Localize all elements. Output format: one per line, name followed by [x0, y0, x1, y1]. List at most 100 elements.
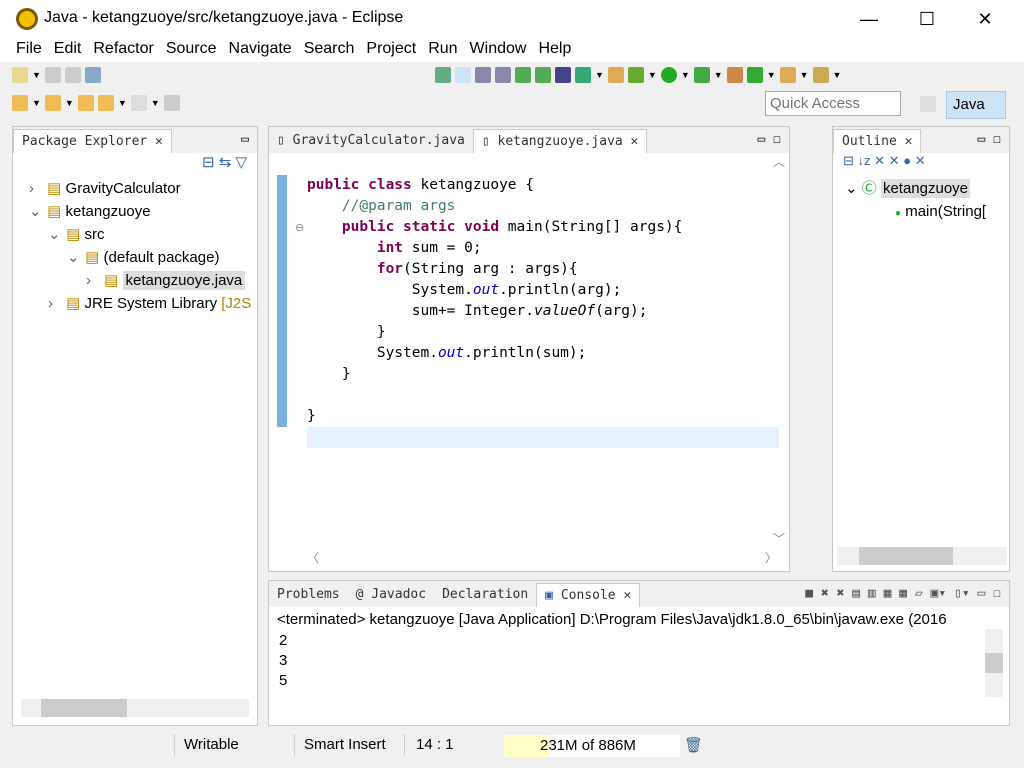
- expand-icon[interactable]: ⌄: [845, 180, 858, 197]
- dropdown-icon[interactable]: ▼: [32, 98, 41, 108]
- dropdown-icon[interactable]: ▼: [714, 70, 723, 80]
- maximize-button[interactable]: ☐: [898, 0, 956, 38]
- view-menu-icon[interactable]: ▽: [235, 154, 247, 171]
- show-on-stdout-icon[interactable]: ▦: [884, 586, 892, 601]
- horizontal-scrollbar[interactable]: [837, 547, 1007, 565]
- dropdown-icon[interactable]: ▼: [32, 70, 41, 80]
- tree-item[interactable]: ⌄ ▤ ketangzuoye: [13, 200, 257, 223]
- vertical-scrollbar[interactable]: [985, 629, 1003, 697]
- new-class-icon[interactable]: [607, 67, 624, 83]
- save-all-icon[interactable]: [64, 67, 81, 83]
- collapse-all-icon[interactable]: ⊟: [202, 154, 215, 171]
- lint-icon[interactable]: [555, 67, 571, 83]
- scroll-lock-icon[interactable]: ▥: [868, 586, 876, 601]
- heap-status[interactable]: 231M of 886M: [504, 735, 680, 757]
- minimize-button[interactable]: —: [840, 0, 898, 38]
- tab-javadoc[interactable]: @ Javadoc: [348, 583, 434, 607]
- android-avd-icon[interactable]: [535, 67, 551, 83]
- sort-icon[interactable]: ↓z: [858, 153, 871, 168]
- android-sdk-icon[interactable]: [515, 67, 531, 83]
- show-on-stderr-icon[interactable]: ▦: [899, 586, 907, 601]
- dropdown-icon[interactable]: ▼: [151, 98, 160, 108]
- menu-refactor[interactable]: Refactor: [87, 38, 159, 62]
- tree-item[interactable]: ⌄ ▤ (default package): [13, 246, 257, 269]
- menu-navigate[interactable]: Navigate: [223, 38, 298, 62]
- expand-icon[interactable]: ›: [48, 292, 62, 315]
- dropdown-icon[interactable]: ▼: [800, 70, 809, 80]
- dropdown-icon[interactable]: ▼: [118, 98, 127, 108]
- tree-item[interactable]: › ▤ GravityCalculator: [13, 177, 257, 200]
- fold-icon[interactable]: ⊖: [295, 221, 304, 234]
- menu-source[interactable]: Source: [160, 38, 223, 62]
- back-icon[interactable]: [97, 95, 114, 111]
- open-console-icon[interactable]: ▯▾: [954, 586, 970, 601]
- debug-run-icon[interactable]: [627, 67, 644, 83]
- dropdown-icon[interactable]: ▼: [767, 70, 776, 80]
- dropdown-icon[interactable]: ▼: [65, 98, 74, 108]
- menu-help[interactable]: Help: [532, 38, 577, 62]
- print-icon[interactable]: [84, 67, 101, 83]
- tab-gravitycalculator-java[interactable]: ▯ GravityCalculator.java: [269, 129, 473, 153]
- hide-nonpublic-icon[interactable]: ●: [903, 153, 911, 168]
- dropdown-icon[interactable]: ▼: [681, 70, 690, 80]
- clear-console-icon[interactable]: ▤: [852, 586, 860, 601]
- previous-annotation-icon[interactable]: [44, 95, 61, 111]
- minimize-view-icon[interactable]: ▭: [233, 126, 257, 153]
- horizontal-scrollbar[interactable]: 〈〉: [307, 549, 777, 567]
- tree-item[interactable]: › ▤ JRE System Library [J2S: [13, 292, 257, 315]
- menu-edit[interactable]: Edit: [48, 38, 88, 62]
- open-perspective-icon[interactable]: [920, 96, 936, 112]
- block-select-icon[interactable]: [475, 67, 491, 83]
- dropdown-icon[interactable]: ▼: [648, 70, 657, 80]
- open-type-icon[interactable]: [779, 67, 796, 83]
- remove-all-icon[interactable]: ✖: [837, 586, 845, 601]
- menu-file[interactable]: File: [10, 38, 48, 62]
- forward-icon[interactable]: [130, 95, 147, 111]
- hide-local-types-icon[interactable]: ✕: [915, 153, 926, 168]
- vertical-scrollbar[interactable]: ︿ ﹀: [769, 153, 789, 553]
- display-console-icon[interactable]: ▣▾: [931, 586, 947, 601]
- next-annotation-icon[interactable]: [12, 95, 28, 111]
- menu-project[interactable]: Project: [360, 38, 422, 62]
- search-tool-icon[interactable]: [812, 67, 829, 83]
- new-icon[interactable]: [12, 67, 28, 83]
- outline-item-method[interactable]: ● main(String[: [833, 200, 1009, 223]
- tab-console[interactable]: ▣ Console ✕: [536, 583, 641, 607]
- new-package-icon[interactable]: [726, 67, 743, 83]
- tab-outline[interactable]: Outline ✕: [833, 129, 922, 153]
- tree-item[interactable]: › ▤ ketangzuoye.java: [13, 269, 257, 292]
- tab-declaration[interactable]: Declaration: [434, 583, 536, 607]
- menu-run[interactable]: Run: [422, 38, 463, 62]
- expand-icon[interactable]: ⌄: [48, 223, 62, 246]
- java-perspective-button[interactable]: Java: [946, 91, 1006, 119]
- console-output[interactable]: 2 3 5: [269, 629, 1009, 693]
- dropdown-icon[interactable]: ▼: [595, 70, 604, 80]
- quick-access-input[interactable]: [765, 91, 901, 116]
- horizontal-scrollbar[interactable]: [21, 699, 249, 717]
- expand-icon[interactable]: ⌄: [29, 200, 43, 223]
- garbage-collect-icon[interactable]: 🗑: [684, 736, 703, 754]
- tab-ketangzuoye-java[interactable]: ▯ ketangzuoye.java ✕: [472, 129, 648, 153]
- minimize-view-icon[interactable]: ▭ ☐: [970, 127, 1009, 153]
- close-button[interactable]: ✕: [956, 0, 1014, 38]
- hide-fields-icon[interactable]: ✕: [874, 153, 885, 168]
- run-icon[interactable]: [660, 67, 677, 83]
- menu-search[interactable]: Search: [298, 38, 361, 62]
- terminate-icon[interactable]: ■: [805, 586, 813, 601]
- code-area[interactable]: public class ketangzuoye { //@param args…: [307, 175, 682, 427]
- minimize-editor-icon[interactable]: ▭ ☐: [750, 126, 789, 153]
- new-java-class-icon[interactable]: [746, 67, 763, 83]
- collapse-all-icon[interactable]: ⊟: [843, 153, 854, 168]
- mark-occurrences-icon[interactable]: [455, 67, 471, 83]
- tab-problems[interactable]: Problems: [269, 583, 348, 607]
- hide-static-icon[interactable]: ✕: [889, 153, 900, 168]
- expand-icon[interactable]: ›: [86, 269, 100, 292]
- scroll-thumb[interactable]: [859, 547, 953, 565]
- expand-icon[interactable]: ›: [29, 177, 43, 200]
- coverage-icon[interactable]: [693, 67, 710, 83]
- link-editor-icon[interactable]: ⇆: [219, 154, 232, 171]
- task-icon[interactable]: [575, 67, 591, 83]
- outline-item-class[interactable]: ⌄ Ⓒ ketangzuoye: [833, 177, 1009, 200]
- scroll-thumb[interactable]: [985, 653, 1003, 673]
- tab-package-explorer[interactable]: Package Explorer ✕: [13, 129, 172, 153]
